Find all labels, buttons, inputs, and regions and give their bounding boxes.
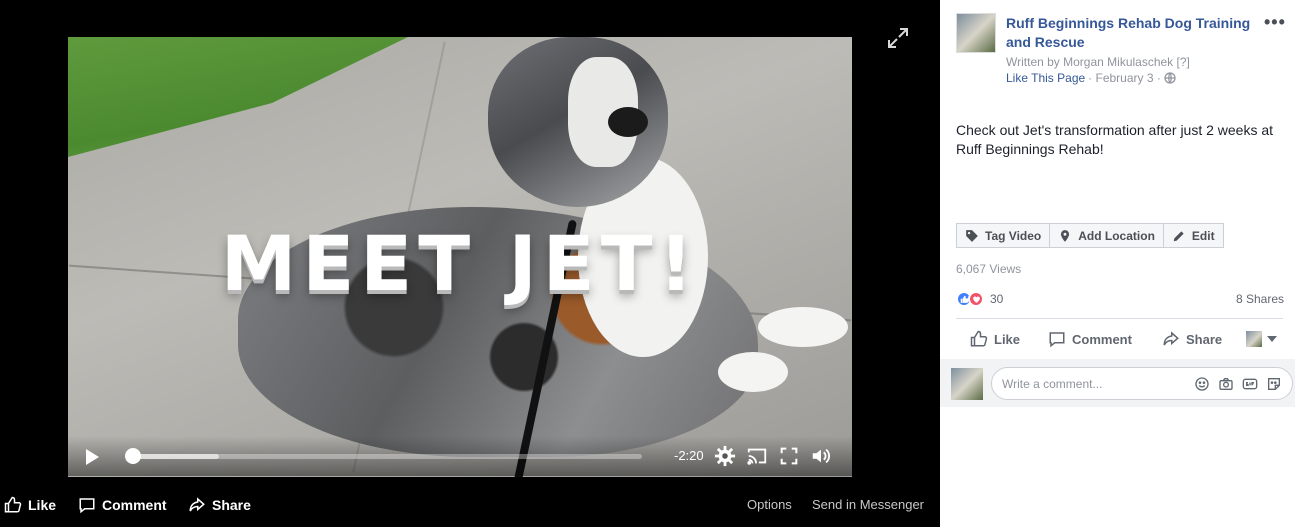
page-avatar[interactable] [956,13,996,53]
send-in-messenger-link[interactable]: Send in Messenger [812,497,924,512]
location-pin-icon [1061,229,1070,242]
comment-composer [940,359,1295,407]
video-grass [68,37,408,157]
chevron-down-icon [1267,336,1277,342]
post-like-button[interactable]: Like [970,330,1020,348]
gif-icon[interactable] [1242,376,1258,392]
play-icon[interactable] [84,448,100,466]
tag-icon [966,229,978,242]
post-tools: Tag Video Add Location Edit [956,223,1224,248]
thumbs-up-icon [4,496,22,513]
post-as-selector[interactable] [1246,331,1277,347]
post-comment-button[interactable]: Comment [1048,330,1132,348]
post-text: Check out Jet's transformation after jus… [956,122,1274,157]
thumbs-up-icon [970,330,988,347]
camera-icon[interactable] [1218,376,1234,392]
love-reaction-icon [968,291,984,307]
add-location-button[interactable]: Add Location [1050,223,1164,248]
sticker-icon[interactable] [1266,376,1282,392]
views-count: 6,067 Views [956,262,1022,276]
comment-icon [79,498,95,514]
avatar [951,368,983,400]
share-icon [189,497,205,512]
page-name-link[interactable]: Ruff Beginnings Rehab Dog Training and R… [1006,14,1262,52]
seek-handle[interactable] [125,448,142,464]
video-comment-button[interactable]: Comment [78,495,167,515]
like-this-page-link[interactable]: Like This Page [1006,71,1085,85]
comment-tools [1194,376,1282,392]
post-panel: Ruff Beginnings Rehab Dog Training and R… [940,0,1295,527]
post-share-button[interactable]: Share [1162,330,1222,348]
comment-icon [1049,332,1065,348]
post-actions: Like Comment Share [956,326,1283,352]
expand-icon[interactable] [886,26,910,50]
video-overlay-title: MEET JET! [220,219,700,308]
reaction-count: 30 [990,292,1004,306]
video-player[interactable]: MEET JET! [68,37,852,477]
shares-count[interactable]: 8 Shares [1236,292,1284,306]
edit-button[interactable]: Edit [1163,223,1224,248]
seek-bar[interactable] [125,448,642,464]
video-like-button[interactable]: Like [4,495,56,515]
options-link[interactable]: Options [747,497,792,512]
pencil-icon [1173,230,1184,241]
avatar [1246,331,1262,347]
globe-icon [1164,72,1176,84]
video-stage: MEET JET! -2:20 Like Comment Share Optio… [0,0,940,527]
post-meta: Like This Page · February 3 · [1006,71,1176,85]
video-controls: -2:20 [68,436,852,476]
reactions-summary[interactable]: 30 [956,291,1003,307]
volume-icon[interactable] [810,445,832,467]
fullscreen-icon[interactable] [778,445,800,467]
time-remaining: -2:20 [674,448,704,463]
share-icon [1163,331,1179,346]
post-date[interactable]: · February 3 · [1088,71,1161,85]
video-action-bar: Like Comment Share Options Send in Messe… [0,484,940,527]
video-share-button[interactable]: Share [188,495,251,515]
cast-icon[interactable] [746,445,768,467]
more-icon[interactable]: ••• [1264,12,1286,33]
emoji-icon[interactable] [1194,376,1210,392]
written-by: Written by Morgan Mikulaschek [?] [1006,55,1190,69]
settings-icon[interactable] [714,445,736,467]
tag-video-button[interactable]: Tag Video [956,223,1051,248]
